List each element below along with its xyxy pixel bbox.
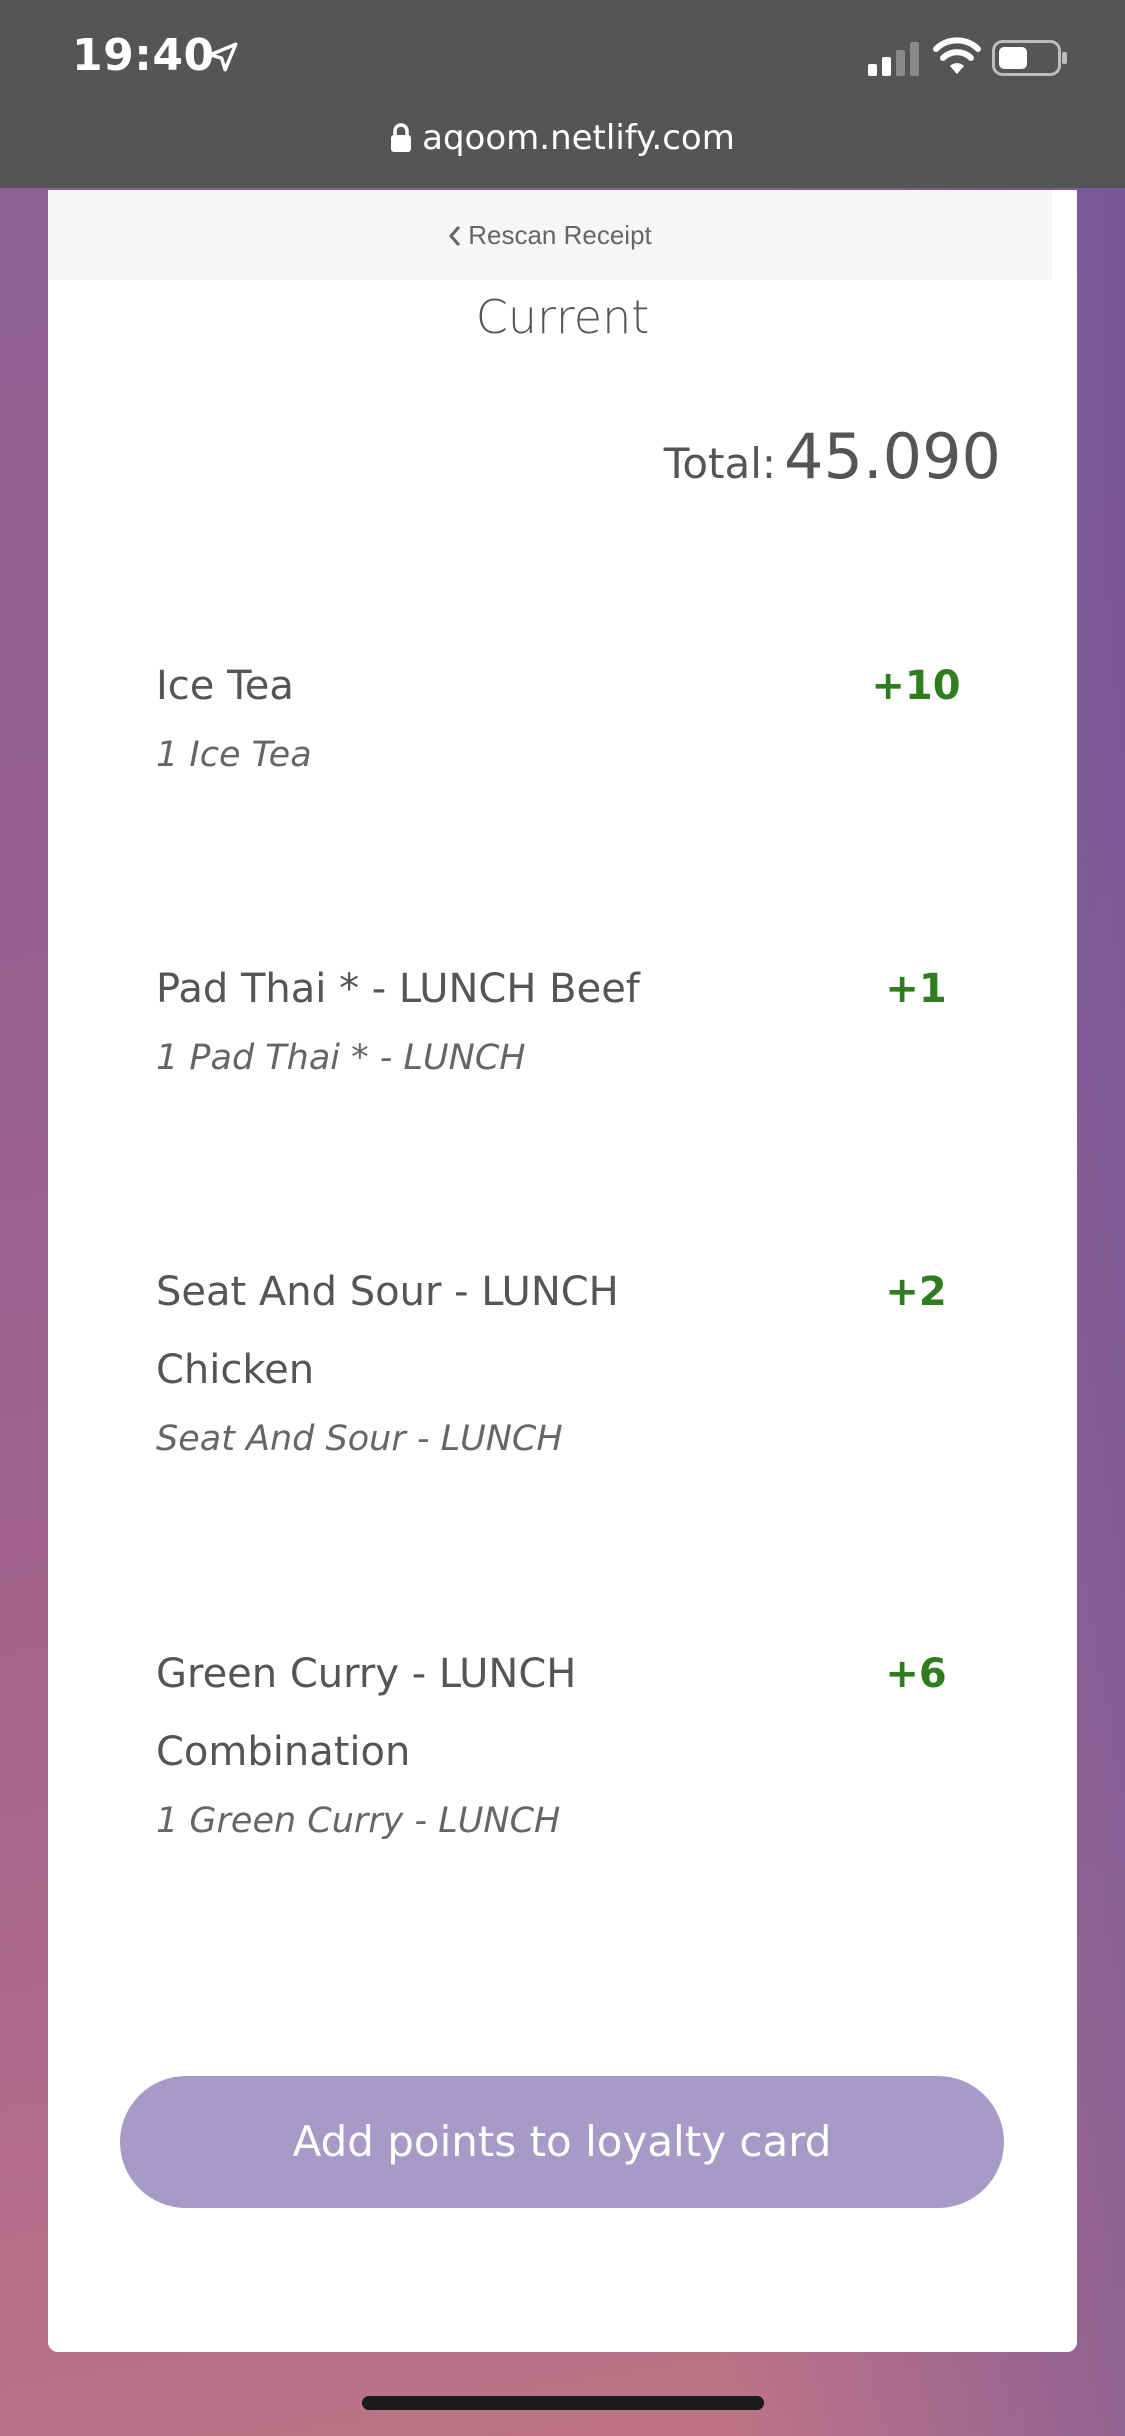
cellular-signal-icon [868,42,919,76]
total-label: Total: [663,439,777,488]
total-value: 45.090 [784,420,1001,493]
item-quantity: 1 Pad Thai * - LUNCH [156,1038,526,1078]
total-amount: Total: 45.090 [664,420,1001,493]
item-name: Pad Thai * - LUNCH Beef [156,966,640,1012]
item-name: Seat And Sour - LUNCH Chicken [156,1269,619,1393]
rescan-receipt-link[interactable]: Rescan Receipt [48,190,1052,280]
add-points-button[interactable]: Add points to loyalty card [120,2076,1004,2208]
battery-icon [992,40,1067,76]
item-quantity: 1 Green Curry - LUNCH [156,1801,561,1841]
lock-icon [391,123,412,152]
item-points: +1 [885,966,947,1012]
browser-bar: 19:40 aqoom.netlify.com [0,0,1125,188]
item-name: Ice Tea [156,663,294,709]
item-points: +10 [871,663,961,709]
location-arrow-icon [208,42,238,72]
chevron-left-icon [449,226,460,246]
url-text: aqoom.netlify.com [422,118,735,158]
list-item: Seat And Sour - LUNCH Chicken Seat And S… [156,1253,976,1469]
item-quantity: Seat And Sour - LUNCH [156,1419,563,1459]
address-bar[interactable]: aqoom.netlify.com [0,118,1125,158]
item-points: +6 [885,1651,947,1697]
wifi-icon [933,37,981,74]
item-quantity: 1 Ice Tea [156,735,312,775]
page-title: Current [475,290,650,344]
item-name: Green Curry - LUNCH Combination [156,1651,577,1775]
list-item: Ice Tea 1 Ice Tea +10 [156,647,976,785]
receipt-card: Rescan Receipt Current Total: 45.090 Ice … [48,190,1077,2352]
status-time: 19:40 [72,30,215,81]
rescan-receipt-label: Rescan Receipt [468,220,652,250]
home-indicator[interactable] [362,2396,764,2410]
item-points: +2 [885,1269,947,1315]
list-item: Pad Thai * - LUNCH Beef 1 Pad Thai * - L… [156,950,976,1088]
list-item: Green Curry - LUNCH Combination 1 Green … [156,1635,976,1851]
